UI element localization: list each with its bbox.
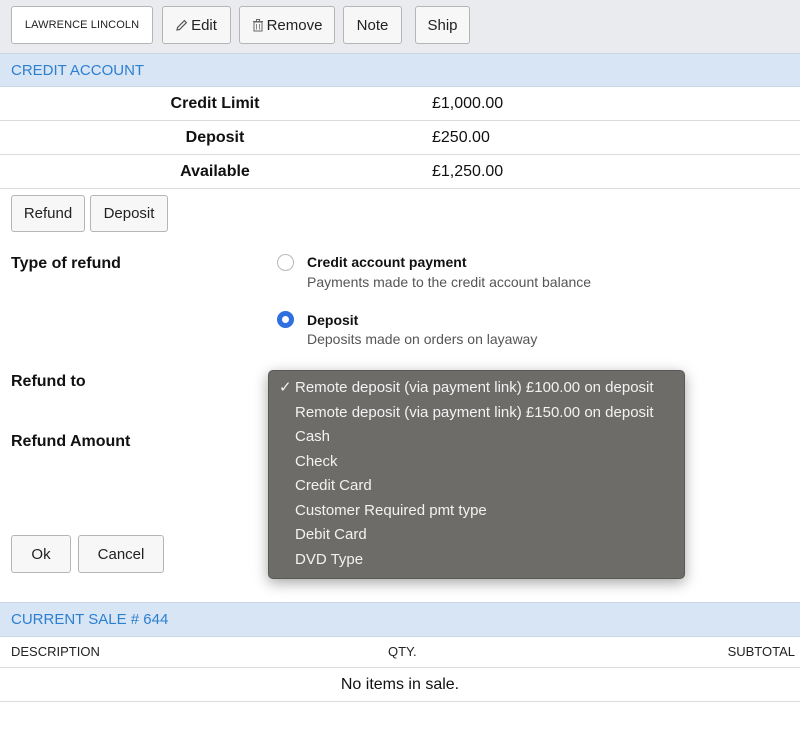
dropdown-option-label: Credit Card: [295, 477, 372, 494]
deposit-row: Deposit £250.00: [0, 121, 800, 155]
credit-limit-row: Credit Limit £1,000.00: [0, 87, 800, 121]
credit-limit-label: Credit Limit: [170, 95, 260, 112]
dropdown-option[interactable]: DVD Type: [269, 548, 684, 573]
column-description: DESCRIPTION: [11, 644, 100, 659]
column-subtotal: SUBTOTAL: [727, 644, 795, 659]
deposit-option-description: Deposits made on orders on layaway: [307, 331, 538, 347]
credit-limit-value: £1,000.00: [432, 95, 504, 112]
sale-table-header: DESCRIPTION QTY. SUBTOTAL: [0, 637, 800, 668]
refund-amount-label: Refund Amount: [11, 433, 131, 450]
deposit-label: Deposit: [185, 129, 245, 146]
trash-icon: [252, 18, 264, 32]
dropdown-option-label: DVD Type: [295, 550, 364, 568]
credit-account-payment-title: Credit account payment: [307, 254, 467, 270]
pencil-icon: [176, 19, 188, 31]
remove-button[interactable]: Remove: [239, 6, 335, 44]
dropdown-option[interactable]: Customer Required pmt type: [269, 499, 684, 524]
type-of-refund-label: Type of refund: [11, 255, 121, 272]
edit-button[interactable]: Edit: [162, 6, 231, 44]
dropdown-option-label: Customer Required pmt type: [295, 501, 487, 519]
dropdown-option-label: Remote deposit (via payment link) £150.0…: [295, 403, 654, 421]
check-icon: ✓: [279, 379, 292, 396]
credit-account-title: CREDIT ACCOUNT: [11, 61, 145, 79]
column-qty: QTY.: [388, 644, 417, 659]
dropdown-option[interactable]: Credit Card: [269, 474, 684, 499]
current-sale-title: CURRENT SALE # 644: [11, 611, 169, 628]
available-value: £1,250.00: [432, 163, 504, 180]
dropdown-option-label: Cash: [295, 428, 331, 445]
refund-to-dropdown-menu[interactable]: ✓ Remote deposit (via payment link) £100…: [268, 370, 685, 579]
deposit-button[interactable]: Deposit: [90, 195, 168, 232]
dropdown-option-label: Check: [295, 452, 338, 470]
ok-button[interactable]: Ok: [11, 535, 71, 573]
deposit-radio[interactable]: [277, 311, 294, 328]
note-button[interactable]: Note: [343, 6, 402, 44]
credit-account-payment-radio[interactable]: [277, 254, 294, 271]
deposit-value: £250.00: [432, 129, 490, 146]
available-row: Available £1,250.00: [0, 155, 800, 189]
dropdown-option-label: Remote deposit (via payment link) £100.0…: [295, 379, 654, 396]
empty-sale-message: No items in sale.: [0, 668, 800, 702]
ship-button[interactable]: Ship: [415, 6, 470, 44]
dropdown-option-label: Debit Card: [295, 526, 367, 543]
dropdown-option[interactable]: ✓ Remote deposit (via payment link) £100…: [269, 376, 684, 401]
available-label: Available: [180, 163, 250, 180]
edit-label: Edit: [191, 16, 217, 34]
remove-label: Remove: [266, 16, 323, 34]
refund-to-label: Refund to: [11, 373, 86, 390]
cancel-button[interactable]: Cancel: [78, 535, 164, 573]
credit-account-payment-description: Payments made to the credit account bala…: [307, 274, 592, 290]
current-sale-header: CURRENT SALE # 644: [0, 602, 800, 637]
deposit-option-title: Deposit: [307, 312, 359, 328]
dropdown-option[interactable]: Remote deposit (via payment link) £150.0…: [269, 401, 684, 426]
dropdown-option[interactable]: Debit Card: [269, 523, 684, 548]
dropdown-option[interactable]: Cash: [269, 425, 684, 450]
dropdown-option[interactable]: Check: [269, 450, 684, 475]
credit-account-header: CREDIT ACCOUNT: [0, 53, 800, 87]
refund-button[interactable]: Refund: [11, 195, 85, 232]
customer-name-button[interactable]: LAWRENCE LINCOLN: [11, 6, 153, 44]
